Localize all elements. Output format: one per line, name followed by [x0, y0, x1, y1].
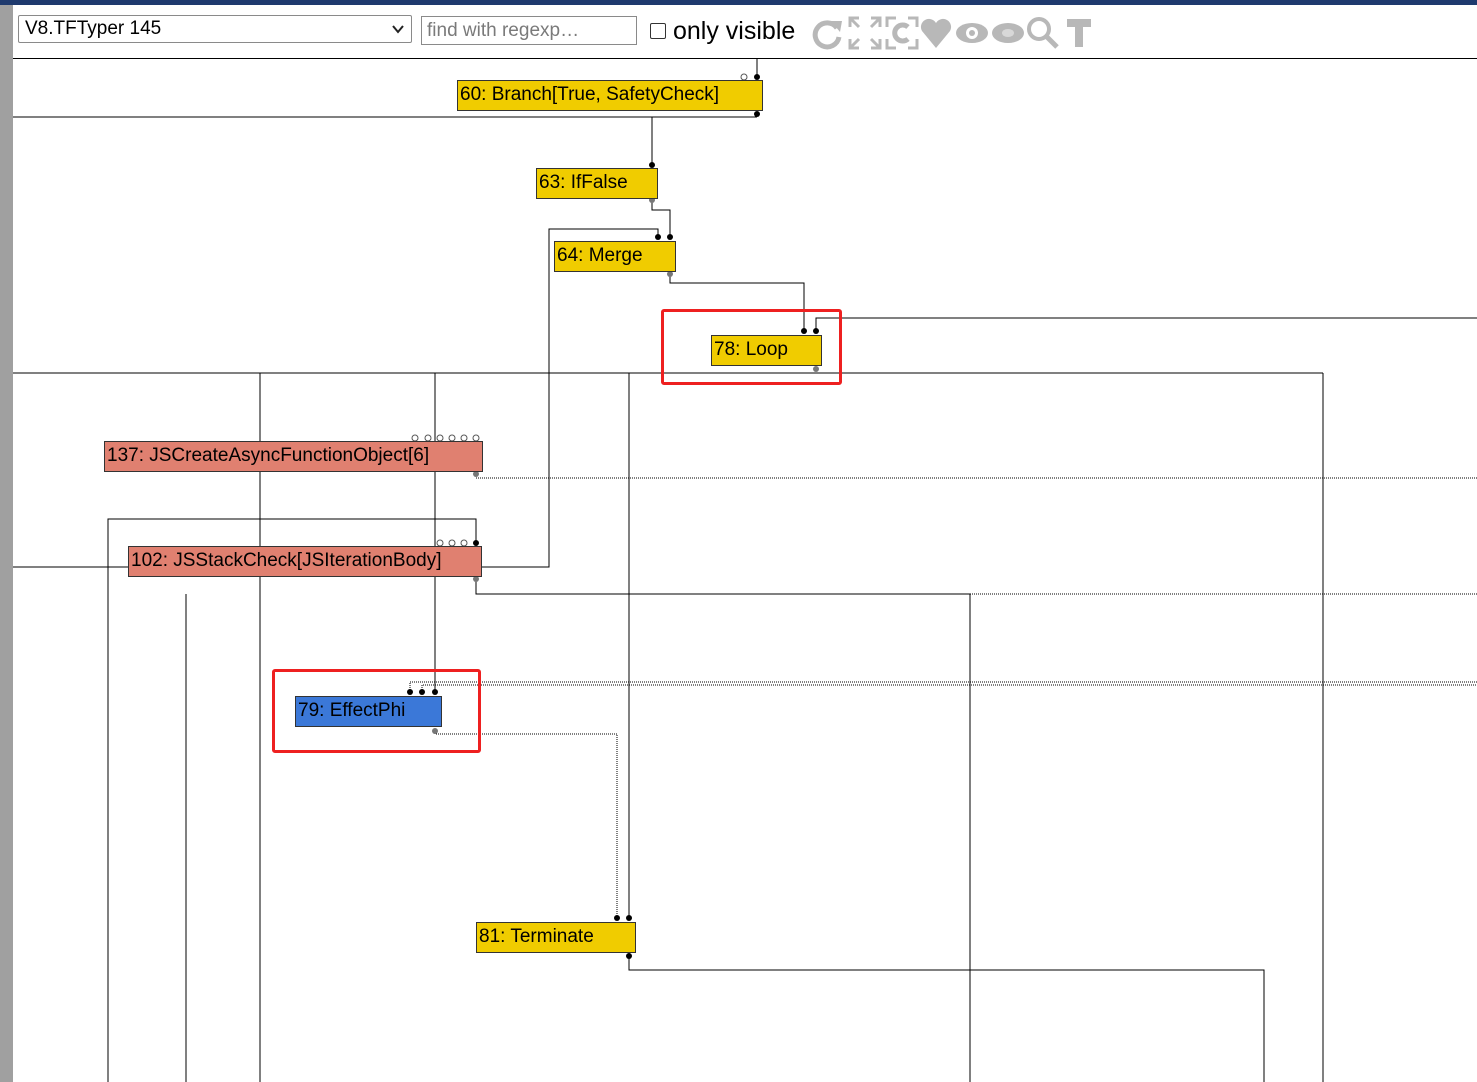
hide-unselected-icon[interactable] — [954, 15, 990, 51]
phase-select-value: V8.TFTyper 145 — [25, 18, 162, 39]
show-control-icon[interactable] — [918, 15, 954, 51]
toggle-hide-dead-icon[interactable] — [884, 15, 920, 51]
zoom-selection-icon[interactable] — [1025, 15, 1061, 51]
relayout-icon[interactable] — [809, 15, 845, 51]
node-64-merge[interactable]: 64: Merge — [554, 241, 676, 272]
chevron-down-icon — [392, 25, 404, 34]
only-visible-checkbox[interactable]: only visible — [650, 16, 796, 45]
node-63-iffalse[interactable]: 63: IfFalse — [536, 168, 658, 199]
hide-selected-icon[interactable] — [990, 15, 1026, 51]
only-visible-label: only visible — [673, 16, 796, 45]
node-60-branch[interactable]: 60: Branch[True, SafetyCheck] — [457, 80, 763, 111]
graph-canvas[interactable]: 60: Branch[True, SafetyCheck] 63: IfFals… — [13, 59, 1477, 1082]
search-input[interactable] — [421, 16, 637, 45]
phase-select[interactable]: V8.TFTyper 145 — [18, 15, 412, 43]
node-102-jsstackcheck[interactable]: 102: JSStackCheck[JSIterationBody] — [128, 546, 482, 577]
graph-toolbar: V8.TFTyper 145 only visible — [13, 5, 1477, 59]
toggle-types-icon[interactable] — [1061, 15, 1097, 51]
node-81-terminate[interactable]: 81: Terminate — [476, 922, 636, 953]
show-all-icon[interactable] — [847, 15, 883, 51]
left-gutter — [0, 5, 13, 1082]
highlight-box-effectphi — [272, 669, 481, 753]
checkbox-box[interactable] — [650, 23, 666, 39]
highlight-box-loop — [661, 309, 842, 385]
node-137-jscreateasyncfunctionobject[interactable]: 137: JSCreateAsyncFunctionObject[6] — [104, 441, 483, 472]
